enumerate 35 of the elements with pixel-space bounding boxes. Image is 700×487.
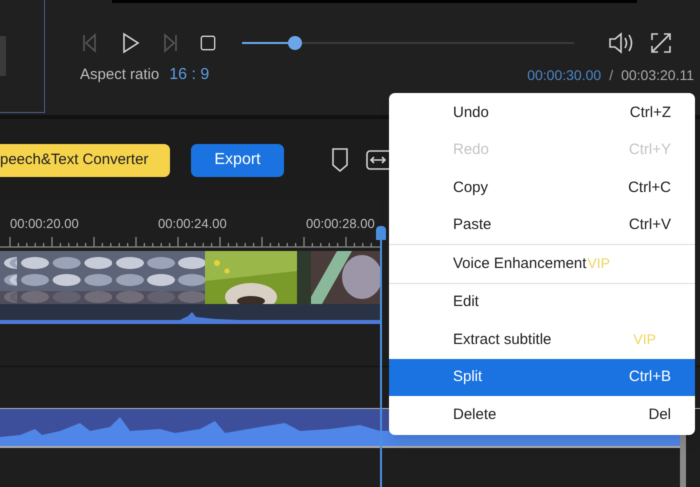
menu-shortcut: Ctrl+V — [628, 215, 671, 235]
export-button[interactable]: Export — [191, 144, 284, 176]
menu-item[interactable]: Edit — [389, 284, 695, 321]
menu-item[interactable]: Paste Ctrl+V — [389, 206, 695, 244]
vip-label: VIP — [587, 254, 610, 274]
ruler-label: 00:00:20.00 — [10, 215, 80, 233]
aspect-ratio-value[interactable]: 16 : 9 — [169, 63, 210, 87]
menu-item-label: Extract subtitle — [453, 330, 552, 350]
menu-item[interactable]: Split Ctrl+B — [389, 358, 695, 396]
time-separator: / — [609, 66, 614, 84]
menu-item-label: Voice Enhancement — [453, 254, 586, 274]
current-time: 00:00:30.00 — [527, 66, 602, 84]
ruler-label: 00:00:28.00 — [306, 215, 376, 233]
menu-item-label: Copy — [453, 178, 488, 198]
menu-shortcut: Ctrl+B — [628, 367, 671, 387]
menu-shortcut: Ctrl+C — [628, 178, 671, 198]
menu-item[interactable]: Delete Del — [389, 396, 695, 434]
menu-item[interactable]: Extract subtitle VIP — [389, 321, 695, 358]
menu-item-label: Edit — [453, 292, 479, 312]
total-time: 00:03:20.11 — [621, 66, 694, 84]
ruler-label: 00:00:24.00 — [158, 215, 228, 233]
menu-shortcut: Del — [648, 404, 671, 424]
menu-item-label: Delete — [453, 404, 496, 424]
aspect-ratio-label: Aspect ratio — [80, 64, 160, 85]
menu-item[interactable]: Undo Ctrl+Z — [389, 94, 695, 132]
menu-item[interactable]: Copy Ctrl+C — [389, 169, 695, 206]
menu-item-label: Redo — [453, 140, 489, 160]
menu-shortcut: Ctrl+Z — [630, 102, 671, 122]
menu-item-label: Paste — [453, 215, 492, 235]
menu-item[interactable]: Voice EnhancementVIP — [389, 245, 695, 282]
menu-item-label: Split — [453, 367, 482, 387]
menu-shortcut: Ctrl+Y — [628, 140, 671, 160]
converter-button[interactable]: peech&Text Converter — [0, 144, 170, 176]
vip-label: VIP — [633, 330, 656, 350]
menu-item-label: Undo — [453, 102, 489, 122]
